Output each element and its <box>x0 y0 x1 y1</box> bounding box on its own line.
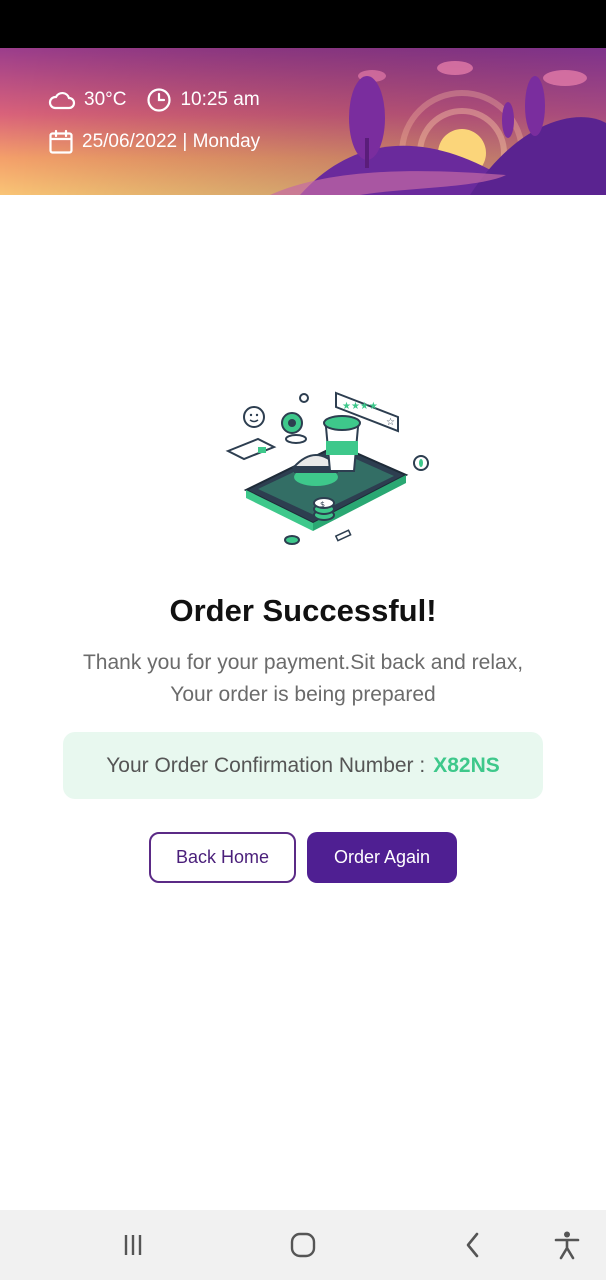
message-line-2: Your order is being prepared <box>170 683 436 706</box>
svg-text:$: $ <box>320 500 325 509</box>
confirmation-label: Your Order Confirmation Number : <box>106 753 426 777</box>
back-home-button[interactable]: Back Home <box>149 832 296 883</box>
back-button[interactable] <box>456 1228 490 1262</box>
accessibility-button[interactable] <box>550 1228 584 1262</box>
order-success-content: ★★★★ ☆ $ Order Successful! Thank you for… <box>0 195 606 1210</box>
confirmation-number: X82NS <box>433 753 500 777</box>
food-order-illustration: ★★★★ ☆ $ <box>225 391 429 545</box>
time-text: 10:25 am <box>180 89 260 110</box>
calendar-icon <box>49 129 73 154</box>
temperature-item: 30°C <box>48 88 126 112</box>
cloud-icon <box>48 91 76 110</box>
confirmation-box: Your Order Confirmation Number : X82NS <box>63 732 543 799</box>
date-text: 25/06/2022 | Monday <box>82 131 261 152</box>
svg-text:★★★★: ★★★★ <box>342 401 378 412</box>
date-item: 25/06/2022 | Monday <box>48 129 260 155</box>
back-icon <box>466 1232 479 1258</box>
recent-apps-button[interactable] <box>116 1228 150 1262</box>
weather-time-row: 30°C 10:25 am <box>48 84 280 116</box>
temperature-text: 30°C <box>84 89 127 110</box>
clock-icon <box>147 88 172 112</box>
home-button[interactable] <box>286 1228 320 1262</box>
order-again-button[interactable]: Order Again <box>307 832 457 883</box>
header-banner: 30°C 10:25 am 25/06/2022 | Monday <box>0 48 606 195</box>
status-bar <box>0 0 606 48</box>
system-nav-bar <box>0 1210 606 1280</box>
date-row: 25/06/2022 | Monday <box>48 126 280 158</box>
order-success-title: Order Successful! <box>169 593 437 628</box>
header-info: 30°C 10:25 am 25/06/2022 | Monday <box>48 84 280 168</box>
time-item: 10:25 am <box>146 87 260 113</box>
home-icon <box>290 1232 316 1258</box>
recent-apps-icon <box>124 1235 142 1255</box>
order-success-message: Thank you for your payment.Sit back and … <box>40 647 566 711</box>
svg-text:☆: ☆ <box>386 417 395 428</box>
accessibility-icon <box>554 1231 580 1260</box>
message-line-1: Thank you for your payment.Sit back and … <box>82 651 524 674</box>
